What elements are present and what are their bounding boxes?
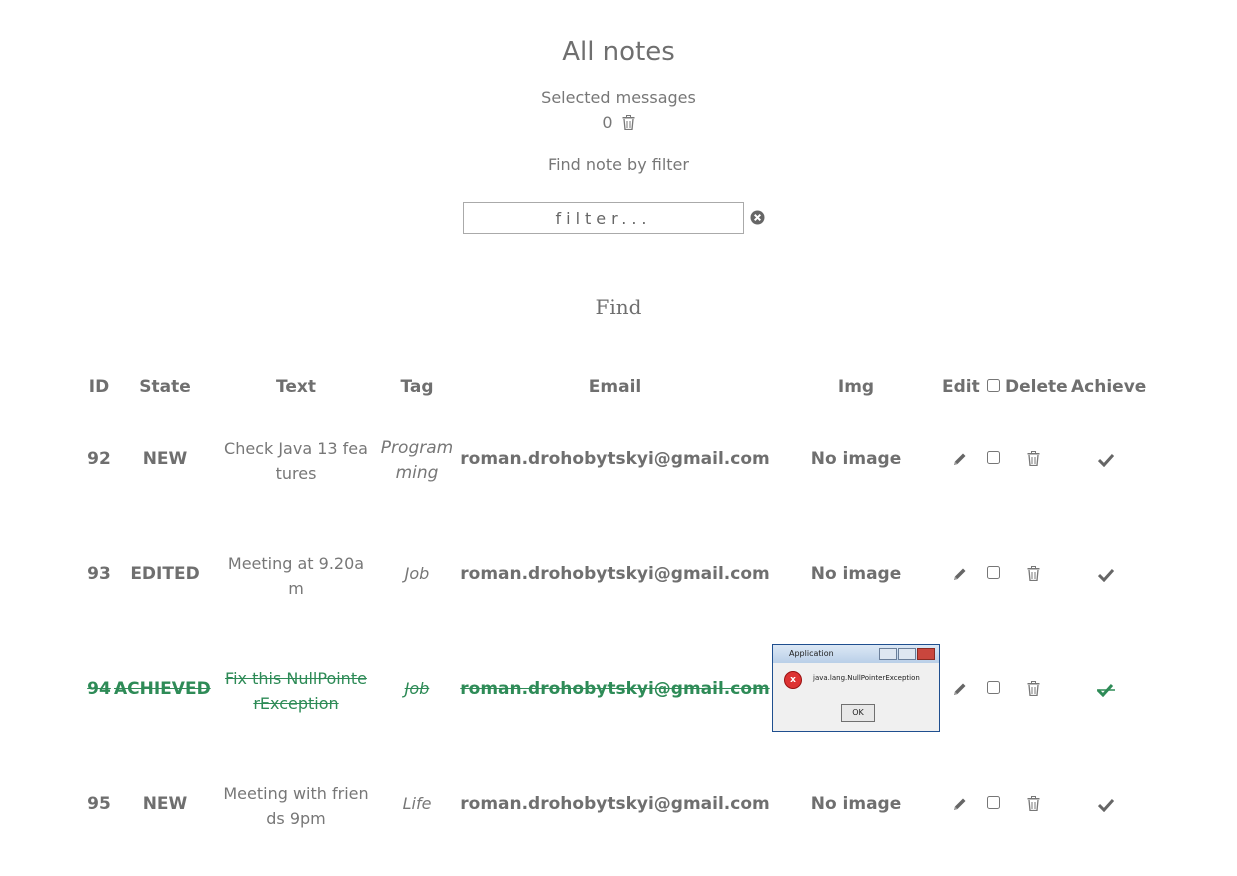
row-text: Fix this NullPointe rException — [216, 666, 376, 716]
row-select-checkbox[interactable] — [987, 451, 1000, 464]
row-tag: Life — [402, 794, 432, 813]
minimize-icon — [879, 648, 897, 660]
window-controls — [879, 648, 935, 660]
row-id: 94 — [87, 679, 111, 699]
row-text-line: Meeting at 9.20a — [227, 554, 365, 573]
row-tag: Job — [404, 679, 430, 698]
row-text: Check Java 13 fea tures — [216, 436, 376, 486]
pencil-icon[interactable] — [952, 451, 968, 471]
row-email: roman.drohobytskyi@gmail.com — [460, 794, 770, 814]
row-text-line: rException — [253, 694, 339, 713]
header-delete: Delete — [1005, 377, 1068, 397]
checkmark-icon[interactable] — [1097, 452, 1115, 471]
header-tag: Tag — [400, 377, 434, 397]
pencil-icon[interactable] — [952, 796, 968, 816]
close-icon — [917, 648, 935, 660]
row-select-checkbox[interactable] — [987, 796, 1000, 809]
find-button[interactable]: Find — [0, 294, 1237, 320]
dialog-title: Application — [789, 649, 834, 658]
row-id: 92 — [87, 449, 111, 469]
selected-count: 0 — [602, 113, 613, 132]
trash-icon[interactable] — [1027, 681, 1040, 700]
clear-filter-icon[interactable] — [750, 210, 765, 229]
row-text-line: Check Java 13 fea — [224, 439, 368, 458]
selected-messages-label: Selected messages — [541, 88, 696, 107]
row-state: NEW — [142, 794, 188, 814]
dialog-message: java.lang.NullPointerException — [813, 674, 920, 682]
dialog-ok-button: OK — [841, 704, 875, 722]
pencil-icon[interactable] — [952, 681, 968, 701]
row-tag-line: Program — [380, 438, 454, 458]
header-img: Img — [837, 377, 875, 397]
error-icon: x — [784, 671, 802, 689]
trash-icon[interactable] — [1027, 566, 1040, 585]
row-email: roman.drohobytskyi@gmail.com — [460, 564, 770, 584]
filter-label: Find note by filter — [548, 155, 689, 174]
pencil-icon[interactable] — [952, 566, 968, 586]
delete-selected-trash-icon[interactable] — [618, 113, 635, 132]
row-select-checkbox[interactable] — [987, 566, 1000, 579]
header-email: Email — [588, 377, 642, 397]
checkmark-icon[interactable] — [1097, 797, 1115, 816]
checkmark-icon[interactable] — [1096, 682, 1115, 701]
row-email: roman.drohobytskyi@gmail.com — [460, 449, 770, 469]
row-id: 95 — [87, 794, 111, 814]
row-select-checkbox[interactable] — [987, 681, 1000, 694]
row-state: EDITED — [130, 564, 200, 584]
page-title: All notes — [562, 37, 675, 67]
row-text-line: Fix this NullPointe — [225, 669, 367, 688]
row-text: Meeting at 9.20a m — [216, 551, 376, 601]
filter-input[interactable] — [463, 202, 744, 234]
header-achieve: Achieve — [1071, 377, 1147, 397]
trash-icon[interactable] — [1027, 451, 1040, 470]
row-email: roman.drohobytskyi@gmail.com — [460, 679, 770, 699]
selected-count-row: 0 — [0, 113, 1237, 132]
checkmark-icon[interactable] — [1097, 567, 1115, 586]
row-img: No image — [810, 794, 902, 814]
header-state: State — [139, 377, 191, 397]
row-state: NEW — [142, 449, 188, 469]
row-text-line: tures — [275, 464, 317, 483]
row-tag: Program ming — [378, 436, 456, 486]
row-text-line: Meeting with frien — [223, 784, 369, 803]
header-edit: Edit — [942, 377, 980, 397]
trash-icon[interactable] — [1027, 796, 1040, 815]
row-tag: Job — [404, 564, 430, 583]
dialog-titlebar: Application — [773, 645, 939, 663]
row-img: No image — [810, 564, 902, 584]
row-state: ACHIEVED — [114, 679, 211, 699]
row-img: No image — [810, 449, 902, 469]
select-all-checkbox[interactable] — [987, 379, 1000, 392]
row-id: 93 — [87, 564, 111, 584]
row-text-line: m — [288, 579, 304, 598]
row-tag-line: ming — [395, 463, 439, 483]
row-image-thumbnail[interactable]: Application x java.lang.NullPointerExcep… — [772, 644, 940, 732]
maximize-icon — [898, 648, 916, 660]
header-text: Text — [276, 377, 316, 397]
row-text: Meeting with frien ds 9pm — [216, 781, 376, 831]
row-text-line: ds 9pm — [266, 809, 326, 828]
header-id: ID — [88, 377, 110, 397]
